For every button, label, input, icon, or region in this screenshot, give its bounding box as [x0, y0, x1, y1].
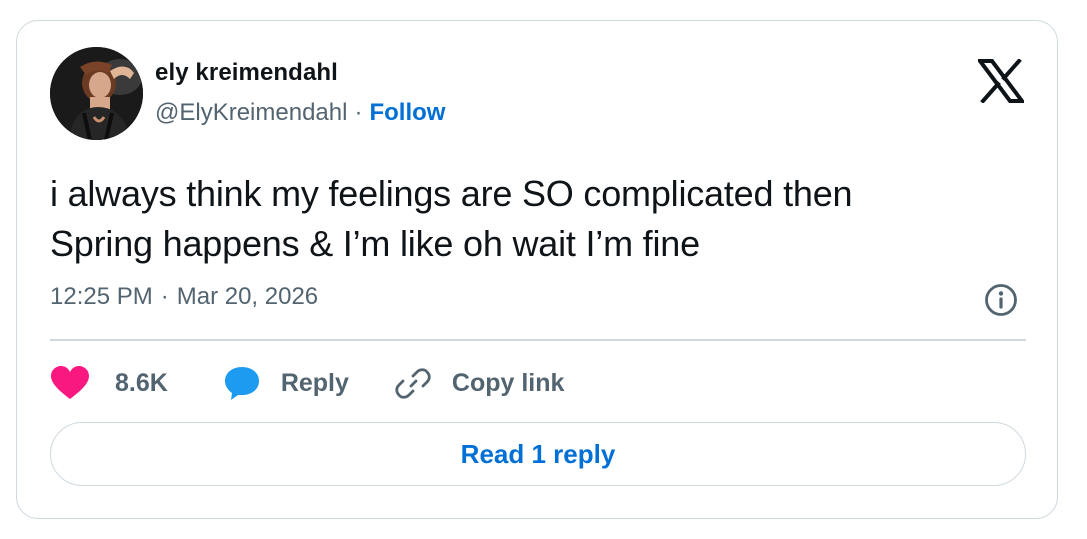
avatar[interactable]: [50, 47, 143, 140]
link-icon: [395, 368, 431, 399]
tweet-text-line: Spring happens & I’m like oh wait I’m fi…: [50, 223, 700, 264]
follow-button[interactable]: Follow: [369, 99, 445, 127]
info-icon[interactable]: [984, 283, 1018, 317]
copy-link-button[interactable]: Copy link: [394, 365, 565, 401]
like-count: 8.6K: [115, 368, 168, 397]
separator-dot: ·: [160, 283, 169, 310]
heart-icon: [51, 366, 89, 399]
separator-dot: ·: [354, 99, 363, 126]
action-bar: 8.6K Reply Copy link: [50, 363, 564, 403]
author-name[interactable]: ely kreimendahl: [155, 59, 338, 87]
read-replies-button[interactable]: Read 1 reply: [50, 422, 1026, 486]
author-handle[interactable]: @ElyKreimendahl: [155, 99, 347, 127]
tweet-time: 12:25 PM: [50, 283, 153, 310]
reply-label: Reply: [280, 368, 349, 397]
tweet-timestamp[interactable]: 12:25 PM · Mar 20, 2026: [50, 283, 318, 311]
avatar-photo: [50, 47, 143, 140]
tweet-date: Mar 20, 2026: [176, 283, 319, 310]
copy-link-label: Copy link: [451, 368, 565, 397]
like-button[interactable]: 8.6K: [50, 365, 168, 401]
tweet-text-line: i always think my feelings are SO compli…: [50, 173, 853, 214]
tweet-text: i always think my feelings are SO compli…: [50, 169, 1010, 269]
author-handle-row: @ElyKreimendahl · Follow: [155, 99, 445, 127]
divider: [50, 339, 1026, 341]
speech-bubble-icon: [224, 367, 259, 400]
tweet-card: ely kreimendahl @ElyKreimendahl · Follow…: [16, 20, 1058, 519]
x-logo-icon[interactable]: [978, 59, 1024, 103]
reply-button[interactable]: Reply: [223, 365, 349, 401]
